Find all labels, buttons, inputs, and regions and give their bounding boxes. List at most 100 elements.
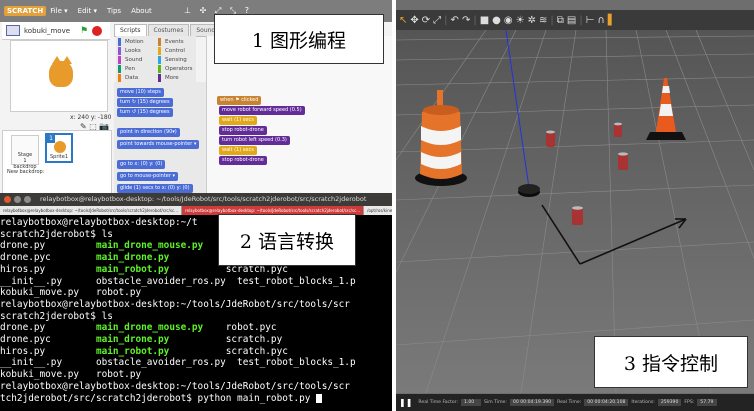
toolbar-separator: | [444,14,448,26]
menu-edit[interactable]: Edit ▾ [78,7,97,15]
gazebo-tool-icon[interactable]: ↶ [451,15,459,26]
gazebo-tool-icon[interactable]: ● [492,15,501,26]
terminal-text: scratch.py [169,334,283,346]
category-looks[interactable]: Looks [118,47,154,55]
palette-block[interactable]: move (10) steps [117,88,164,97]
gazebo-tool-icon[interactable]: ■ [480,15,489,26]
terminal-text: scratch2jderobot$ ls [0,228,113,240]
terminal-text: tch2jderobot/src/scratch2jderobot$ pytho… [0,392,317,404]
palette-block[interactable]: point towards mouse-pointer ▾ [117,140,200,149]
terminal-line: drone.py main_drone_mouse.py robot.pyc [0,322,392,334]
terminal-line: tch2jderobot/src/scratch2jderobot$ pytho… [0,393,392,405]
gazebo-tool-icon[interactable]: ✥ [410,15,418,26]
toolbar-separator: | [473,14,477,26]
category-sensing[interactable]: Sensing [158,56,194,64]
current-sprite-name: kobuki_move [24,26,71,35]
palette-block[interactable]: turn ↻ (15) degrees [117,98,173,107]
terminal-text: __init__.py obstacle_avoider_ros.py test… [0,275,356,287]
scratch-logo[interactable]: SCRATCH [4,6,47,16]
scratch-cat-sprite[interactable] [49,56,73,87]
minimize-icon[interactable] [14,196,21,203]
script-block[interactable]: turn robot left speed (0.3) [219,136,290,145]
gazebo-toolbar: ↖ ✥ ⟳ ⤢ | ↶ ↷ | ■ ● ◉ ☀ ✲ ≋ | ⧉ ▤ | ⊢ ∩ ▌ [396,10,754,30]
gazebo-tool-icon[interactable]: ▌ [608,15,616,26]
terminal-text: drone.py [0,322,96,334]
sprite-info-icon[interactable] [6,25,20,36]
sprite-thumb-label: Sprite1 [49,154,68,160]
gazebo-tool-icon[interactable]: ∩ [597,15,604,26]
status-value: 57.79 [697,399,718,406]
palette-block[interactable]: point in direction (90▾) [117,128,180,137]
soda-can-1 [546,130,555,147]
category-data[interactable]: Data [118,74,154,82]
palette-block[interactable]: glide (1) secs to x: (0) y: (0) [117,184,193,193]
new-backdrop-label: New backdrop: [7,169,45,175]
pause-icon[interactable]: ❚❚ [399,398,412,407]
executable-filename: main_drone.py [95,334,170,346]
terminal-text: scratch2jderobot$ ls [0,310,113,322]
menu-file[interactable]: File ▾ [50,7,67,15]
sprite-thumbnail[interactable]: 1 Sprite1 [45,133,73,163]
gazebo-tool-icon[interactable]: ⟳ [422,15,430,26]
terminal-text: drone.pyc [0,334,96,346]
label-language-conversion: 2 语言转换 [218,214,356,266]
menu-about[interactable]: About [131,7,152,15]
script-block[interactable]: move robot forward speed (0.5) [219,106,305,115]
gazebo-tool-icon[interactable]: ↷ [462,15,470,26]
terminal-line: scratch2jderobot$ ls [0,311,392,323]
gazebo-tool-icon[interactable]: ⤢ [433,15,441,26]
gazebo-tool-icon[interactable]: ⧉ [557,15,564,26]
stop-sign-icon[interactable] [92,25,103,36]
stage-canvas[interactable] [10,40,108,112]
category-more-blocks[interactable]: More Blocks [158,74,194,89]
status-value: 259390 [657,399,682,406]
close-icon[interactable] [4,196,11,203]
script-block[interactable]: stop robot-drone [219,156,267,165]
gazebo-status-bar: ❚❚ Real Time Factor: 1.00 Sim Time: 00 00:04… [396,394,754,411]
terminal-tab-3[interactable]: /opt/ros/kinetic/share/kobuki_gazebo/lau… [364,206,392,215]
gazebo-tool-icon[interactable]: ☀ [516,15,525,26]
gazebo-tool-icon[interactable]: ▤ [567,15,576,26]
status-label: Sim Time: [484,400,507,405]
category-sound[interactable]: Sound [118,56,154,64]
script-block[interactable]: wait (1) secs [219,146,257,155]
maximize-icon[interactable] [24,196,31,203]
palette-block[interactable]: turn ↺ (15) degrees [117,108,173,117]
terminal-line: relaybotbox@relaybotbox-desktop:~/tools/… [0,381,392,393]
gazebo-tool-icon[interactable]: ⊢ [586,15,595,26]
green-flag-icon[interactable]: ⚑ [80,26,88,36]
gazebo-tool-icon[interactable]: ≋ [539,15,547,26]
sprite-index-badge: 1 [47,135,55,143]
script-block[interactable]: when ⚑ clicked [217,96,262,105]
palette-block[interactable]: go to mouse-pointer ▾ [117,172,178,181]
terminal-tab-1[interactable]: relaybotbox@relaybotbox-desktop: ~/tools… [0,206,183,215]
window-controls [4,196,31,203]
executable-filename: main_drone_mouse.py [95,240,204,252]
script-block[interactable]: wait (1) secs [219,116,257,125]
terminal-cursor [316,393,323,403]
category-pen[interactable]: Pen [118,65,154,73]
category-control[interactable]: Control [158,47,194,55]
category-motion[interactable]: Motion [118,38,154,46]
terminal-text: kobuki_move.py robot.py [0,287,142,299]
category-events[interactable]: Events [158,38,194,46]
executable-filename: main_drone_mouse.py [95,322,204,334]
terminal-text: relaybotbox@relaybotbox-desktop:~/tools/… [0,298,350,310]
terminal-line: kobuki_move.py robot.py [0,287,392,299]
gazebo-tool-icon[interactable]: ✲ [528,15,536,26]
sprite-info-bar: kobuki_move ⚑ [2,22,110,40]
gazebo-tool-icon[interactable]: ◉ [504,15,513,26]
status-label: Iterations: [631,400,655,405]
terminal-text: hiros.py [0,345,96,357]
terminal-text: kobuki_move.py robot.py [0,369,142,381]
soda-can-4 [572,206,583,225]
stage-thumbnail[interactable]: Stage 1 backdrop [11,135,39,170]
script-block[interactable]: stop robot-drone [219,126,267,135]
menu-tips[interactable]: Tips [107,7,121,15]
label-graphical-programming: 1 图形编程 [214,14,384,64]
gazebo-tool-icon[interactable]: ↖ [399,15,407,26]
category-operators[interactable]: Operators [158,65,194,73]
terminal-titlebar: relaybotbox@relaybotbox-desktop: ~/tools… [0,193,392,206]
palette-block[interactable]: go to x: (0) y: (0) [117,160,166,169]
block-palette: move (10) steps turn ↻ (15) degrees turn ↺… [114,82,206,196]
